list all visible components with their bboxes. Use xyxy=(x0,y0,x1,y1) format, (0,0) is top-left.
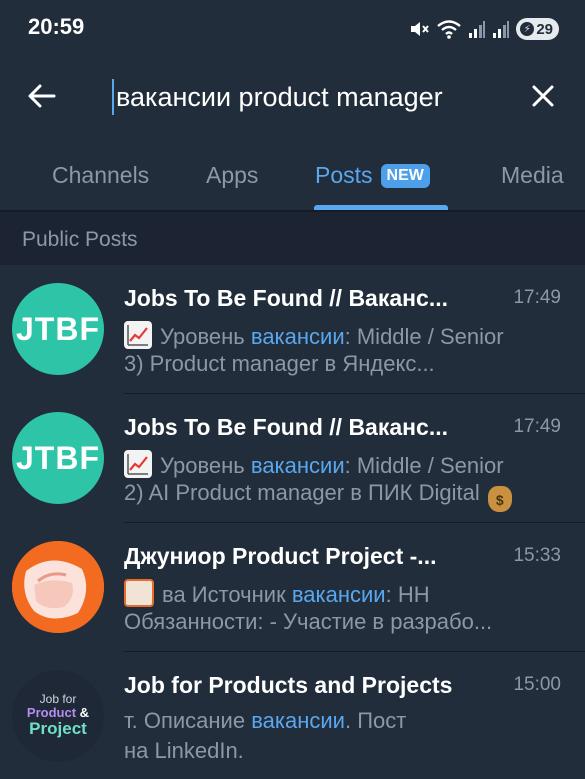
result-snippet-line2: Обязанности: - Участие в разрабо... xyxy=(124,609,493,634)
avatar: JTBF xyxy=(12,283,104,375)
mute-icon xyxy=(411,22,430,36)
charging-icon: ⚡ xyxy=(520,22,535,36)
avatar-text: Product & xyxy=(26,705,90,721)
result-title: Jobs To Be Found // Ваканс... xyxy=(124,414,449,440)
tab-media[interactable]: Media xyxy=(501,162,564,189)
text-caret xyxy=(112,79,114,115)
tab-label: Channels xyxy=(52,162,150,188)
list-item[interactable]: Джуниор Product Project -... 15:33 ва Ис… xyxy=(0,523,585,652)
close-icon[interactable] xyxy=(525,78,561,114)
media-thumbnail xyxy=(124,579,154,607)
result-time: 15:00 xyxy=(513,674,561,695)
search-tabs: Channels Apps Posts NEW Media xyxy=(0,152,585,210)
result-snippet: т. Описание вакансии. Пост xyxy=(124,708,561,734)
snippet-prefix: ва Источник xyxy=(162,582,286,607)
section-label: Public Posts xyxy=(22,228,138,251)
snippet-suffix: . Пост xyxy=(344,708,407,733)
result-snippet-line2: 3) Product manager в Яндекс... xyxy=(124,351,435,376)
tab-channels[interactable]: Channels xyxy=(52,162,149,189)
back-arrow-icon[interactable] xyxy=(24,78,60,114)
status-icons: ⚡ 29 xyxy=(408,16,559,42)
chart-increasing-icon xyxy=(124,450,152,478)
snippet-highlight: вакансии xyxy=(251,708,345,733)
snippet-suffix: : Middle / Senior xyxy=(344,453,504,478)
result-title: Job for Products and Projects xyxy=(124,672,453,698)
signal-icon xyxy=(493,21,510,38)
signal-icon xyxy=(469,21,486,38)
snippet-prefix: Уровень xyxy=(160,324,245,349)
result-snippet-line2: на LinkedIn. xyxy=(124,738,244,763)
result-time: 15:33 xyxy=(513,545,561,566)
snippet-line2-text: 2) AI Product manager в ПИК Digital xyxy=(124,480,480,505)
chart-increasing-icon xyxy=(124,321,152,349)
snippet-highlight: вакансии xyxy=(250,324,345,349)
search-query: вакансии product manager xyxy=(116,81,443,112)
hand-icon xyxy=(12,541,104,633)
snippet-highlight: вакансии xyxy=(291,582,386,607)
tab-label: Posts xyxy=(315,162,373,188)
status-bar: 20:59 ⚡ 29 xyxy=(0,0,585,58)
tab-label: Media xyxy=(501,162,564,188)
avatar-text: JTBF xyxy=(16,439,100,476)
snippet-prefix: т. Описание xyxy=(124,708,246,733)
list-item[interactable]: JTBF Jobs To Be Found // Ваканс... 17:49… xyxy=(0,265,585,394)
snippet-prefix: Уровень xyxy=(160,453,245,478)
avatar xyxy=(12,541,104,633)
avatar-text: JTBF xyxy=(16,310,100,347)
result-snippet: ва Источник вакансии: HH xyxy=(124,579,561,608)
avatar-text-part: & xyxy=(79,705,90,721)
status-time: 20:59 xyxy=(28,14,85,39)
tab-label: Apps xyxy=(206,162,259,188)
header-divider xyxy=(0,210,585,212)
battery-icon: ⚡ 29 xyxy=(516,18,559,40)
result-title: Jobs To Be Found // Ваканс... xyxy=(124,285,449,311)
search-input[interactable]: вакансии product manager xyxy=(112,76,512,118)
result-snippet: Уровень вакансии: Middle / Senior xyxy=(124,321,561,350)
snippet-highlight: вакансии xyxy=(250,453,345,478)
battery-level: 29 xyxy=(536,20,553,38)
tab-apps[interactable]: Apps xyxy=(206,162,258,189)
avatar-text-part: Product xyxy=(26,705,77,721)
avatar: Job for Product & Project xyxy=(12,670,104,762)
money-bag-icon: $ xyxy=(487,486,512,512)
avatar-text: Project xyxy=(29,719,87,739)
list-item[interactable]: Job for Product & Project Job for Produc… xyxy=(0,652,585,779)
tab-posts[interactable]: Posts NEW xyxy=(315,162,430,189)
list-item[interactable]: JTBF Jobs To Be Found // Ваканс... 17:49… xyxy=(0,394,585,523)
result-snippet-line2: 2) AI Product manager в ПИК Digital $ xyxy=(124,480,561,512)
snippet-suffix: : HH xyxy=(385,582,430,607)
wifi-icon xyxy=(437,20,462,39)
new-badge: NEW xyxy=(380,164,430,188)
result-snippet: Уровень вакансии: Middle / Senior xyxy=(124,450,561,479)
result-time: 17:49 xyxy=(513,287,561,308)
search-header: вакансии product manager Channels Apps P… xyxy=(0,58,585,210)
results-list: JTBF Jobs To Be Found // Ваканс... 17:49… xyxy=(0,265,585,779)
avatar: JTBF xyxy=(12,412,104,504)
snippet-suffix: : Middle / Senior xyxy=(344,324,504,349)
result-title: Джуниор Product Project -... xyxy=(124,543,437,569)
result-time: 17:49 xyxy=(513,416,561,437)
